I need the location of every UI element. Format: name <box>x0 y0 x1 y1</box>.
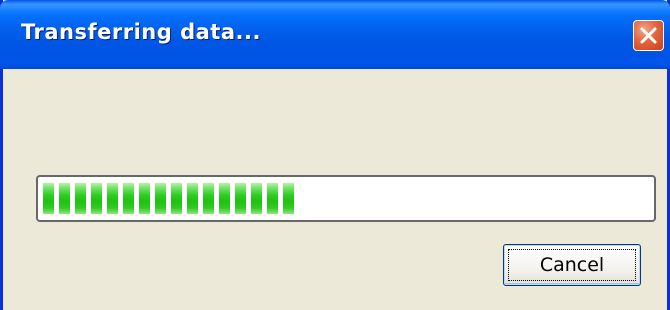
dialog-window: Transferring data... Cancel <box>0 0 670 310</box>
close-button[interactable] <box>633 20 664 51</box>
close-icon <box>640 27 657 44</box>
progress-chunk <box>155 183 166 214</box>
progress-chunk <box>75 183 86 214</box>
progress-chunk <box>251 183 262 214</box>
progress-chunk <box>187 183 198 214</box>
progress-track <box>43 183 649 214</box>
progress-chunk <box>171 183 182 214</box>
cancel-button-label: Cancel <box>539 254 605 276</box>
progress-chunk <box>123 183 134 214</box>
progress-chunk <box>91 183 102 214</box>
progress-chunk <box>107 183 118 214</box>
progress-chunk <box>59 183 70 214</box>
progress-chunk <box>43 183 54 214</box>
window-title: Transferring data... <box>21 20 261 44</box>
progress-chunk <box>235 183 246 214</box>
progress-chunk <box>219 183 230 214</box>
progress-chunk <box>203 183 214 214</box>
progress-chunk <box>267 183 278 214</box>
title-bar[interactable]: Transferring data... <box>0 0 670 69</box>
cancel-button[interactable]: Cancel <box>503 244 641 286</box>
dialog-body: Cancel <box>3 69 667 310</box>
progress-chunk <box>139 183 150 214</box>
progress-chunk <box>283 183 294 214</box>
progress-bar <box>36 175 656 222</box>
